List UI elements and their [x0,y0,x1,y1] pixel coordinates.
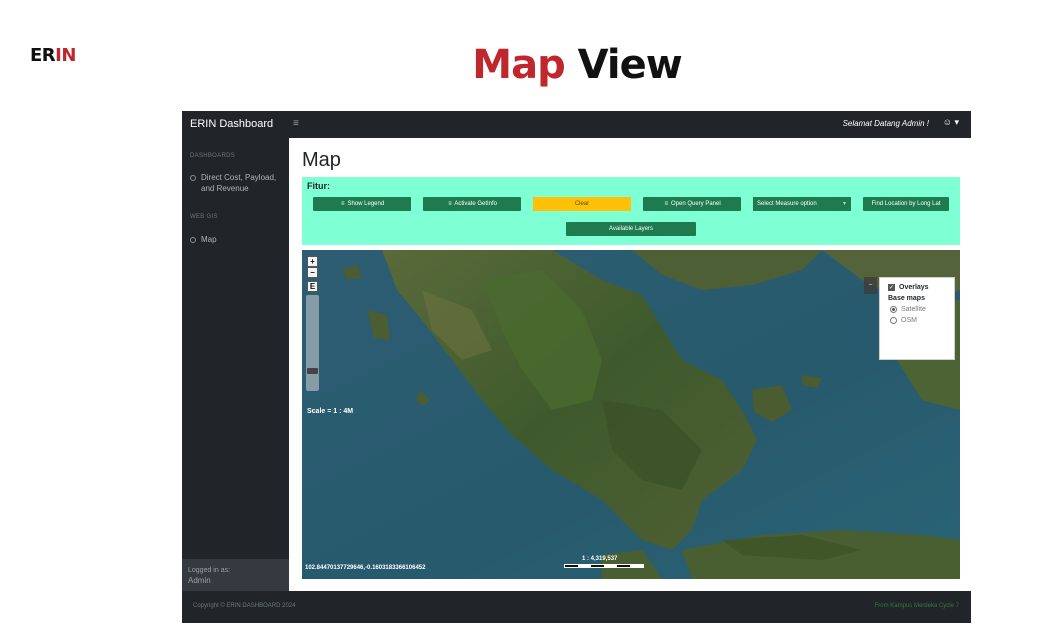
base-maps-heading: Base maps [888,295,954,302]
scalebar-ratio: 1 : 4,319,537 [582,556,618,562]
map-canvas[interactable]: + − E Scale = 1 : 4M – ✓ Overlays Base m… [302,250,960,579]
top-navbar: ERIN Dashboard ≡ Selamat Datang Admin ! … [182,111,971,138]
zoom-in-button[interactable]: + [307,256,318,267]
open-query-panel-button[interactable]: ≡ Open Query Panel [643,197,741,211]
overlays-row[interactable]: ✓ Overlays [888,284,954,291]
layer-switcher: ✓ Overlays Base maps Satellite OSM [879,277,955,360]
show-legend-label: Show Legend [347,201,385,207]
zoom-out-button[interactable]: − [307,267,318,278]
overlays-checkbox[interactable]: ✓ [888,284,895,291]
measure-select-value: Select Measure option [757,201,817,207]
fitur-toolbar: Fitur: ≡ Show Legend ≡ Activate GetInfo … [302,177,960,245]
footer: Copyright © ERIN DASHBOARD 2024 From Kam… [182,591,971,623]
satellite-radio[interactable] [890,306,897,313]
credit-text: From Kampus Merdeka Cycle 7 [874,603,959,609]
chevron-down-icon: ▾ [842,201,846,207]
satellite-label: Satellite [901,306,926,313]
zoom-slider-thumb[interactable] [307,368,318,374]
logged-in-box: Logged in as: Admin [182,559,289,591]
sidebar-item-cost[interactable]: Direct Cost, Payload, and Revenue [190,172,276,194]
sidebar: DASHBOARDS Direct Cost, Payload, and Reve… [182,138,289,591]
slide-title-map: Map [472,42,565,88]
scale-text: Scale = 1 : 4M [307,408,354,415]
show-legend-button[interactable]: ≡ Show Legend [313,197,411,211]
circle-icon [190,237,196,243]
list-icon: ≡ [448,201,452,207]
mouse-coordinates: 102.84470137729646,-0.1603183366106452 [305,565,426,571]
base-maps-label: Base maps [888,295,925,302]
measure-select[interactable]: Select Measure option ▾ [753,197,851,211]
sidebar-item-cost-line1: Direct Cost, Payload, [201,173,277,182]
satellite-option[interactable]: Satellite [890,306,954,313]
dashboard-screenshot: ERIN Dashboard ≡ Selamat Datang Admin ! … [182,111,971,623]
zoom-slider[interactable] [306,295,319,391]
layers-toggle-button[interactable]: – [864,277,877,294]
app-name[interactable]: ERIN Dashboard [190,118,273,130]
fitur-label: Fitur: [307,181,330,191]
slide-title: Map View [0,42,1060,88]
satellite-imagery [302,250,960,579]
find-location-button[interactable]: Find Location by Long Lat [863,197,949,211]
logged-in-user: Admin [188,576,211,585]
copyright-text: Copyright © ERIN DASHBOARD 2024 [193,603,296,609]
open-query-panel-label: Open Query Panel [670,201,721,207]
welcome-text: Selamat Datang Admin ! [842,119,929,128]
sidebar-heading-dashboards: DASHBOARDS [190,153,236,159]
available-layers-button[interactable]: Available Layers [566,222,696,236]
list-icon: ≡ [341,201,345,207]
sidebar-item-cost-label: Direct Cost, Payload, and Revenue [201,172,276,194]
slide-title-view: View [577,42,683,88]
osm-option[interactable]: OSM [890,317,954,324]
circle-icon [190,175,196,181]
sidebar-item-map-label: Map [201,235,217,244]
overlays-label: Overlays [899,284,929,291]
activate-getinfo-label: Activate GetInfo [454,201,498,207]
scalebar [564,564,644,568]
user-icon[interactable]: ☺ ▾ [943,117,959,128]
osm-radio[interactable] [890,317,897,324]
hamburger-icon[interactable]: ≡ [293,118,299,129]
osm-label: OSM [901,317,917,324]
logged-in-label: Logged in as: [188,567,231,574]
zoom-extent-button[interactable]: E [307,281,318,292]
page-title: Map [302,149,341,171]
list-icon: ≡ [664,201,669,207]
sidebar-item-map[interactable]: Map [190,234,217,245]
clear-button[interactable]: Clear [533,197,631,211]
activate-getinfo-button[interactable]: ≡ Activate GetInfo [423,197,521,211]
sidebar-item-cost-line2: and Revenue [201,184,249,193]
sidebar-heading-webgis: WEB GIS [190,214,218,220]
